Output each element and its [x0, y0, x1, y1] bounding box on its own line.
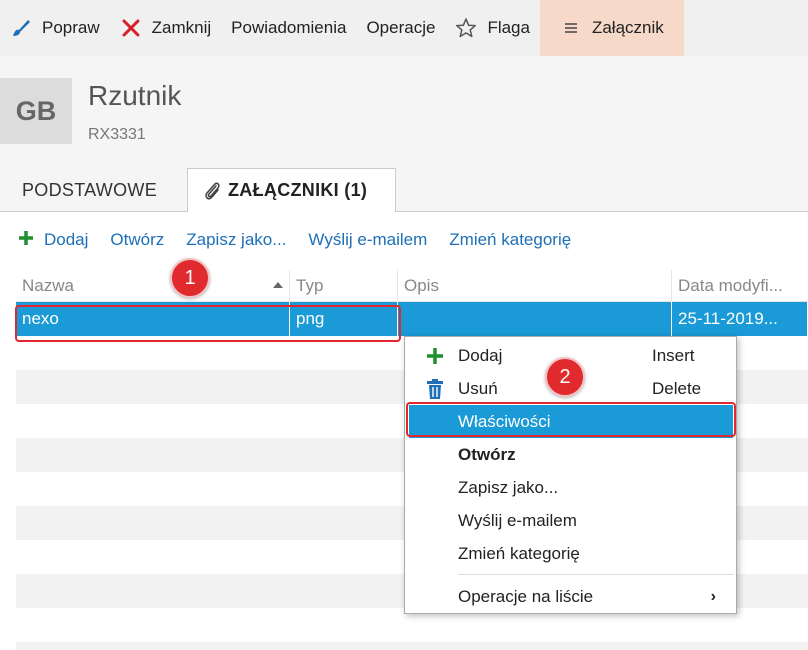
operations-label: Operacje — [366, 18, 436, 37]
tab-podstawowe[interactable]: PODSTAWOWE — [22, 168, 157, 212]
edit-button[interactable]: Popraw — [0, 0, 110, 56]
column-header-typ[interactable]: Typ — [290, 270, 398, 302]
menu-item-zapisz-jako-label: Zapisz jako... — [458, 477, 559, 497]
page-subtitle: RX3331 — [88, 126, 146, 143]
flag-button[interactable]: Flaga — [445, 0, 540, 56]
menu-item-wyslij-email-label: Wyślij e-mailem — [458, 510, 577, 530]
menu-item-wyslij-email[interactable]: Wyślij e-mailem — [405, 504, 736, 537]
trash-icon — [425, 378, 445, 399]
menu-item-dodaj-label: Dodaj — [458, 345, 503, 365]
menu-item-usun-shortcut: Delete — [652, 378, 702, 398]
tab-podstawowe-label: PODSTAWOWE — [22, 179, 157, 200]
menu-item-usun-label: Usuń — [458, 378, 498, 398]
plus-icon — [18, 230, 34, 251]
cell-opis — [398, 302, 672, 336]
column-header-opis[interactable]: Opis — [398, 270, 672, 302]
tab-zalaczniki[interactable]: ZAŁĄCZNIKI (1) — [187, 168, 396, 213]
open-action[interactable]: Otwórz — [110, 230, 164, 250]
send-email-action[interactable]: Wyślij e-mailem — [308, 230, 427, 250]
menu-item-operacje-na-liscie[interactable]: Operacje na liście › — [405, 580, 736, 613]
sort-ascending-icon — [273, 282, 283, 288]
attachment-button[interactable]: Załącznik — [539, 0, 684, 56]
notifications-button[interactable]: Powiadomienia — [221, 0, 356, 56]
record-header: GB Rzutnik RX3331 — [0, 56, 808, 168]
brush-icon — [10, 17, 32, 39]
close-label: Zamknij — [151, 18, 212, 37]
menu-separator — [458, 574, 734, 575]
column-header-nazwa-label: Nazwa — [22, 276, 74, 295]
close-icon — [120, 17, 142, 39]
menu-item-zmien-kategorie[interactable]: Zmień kategorię — [405, 537, 736, 570]
notifications-label: Powiadomienia — [231, 18, 347, 37]
change-category-action[interactable]: Zmień kategorię — [449, 230, 571, 250]
action-bar: Dodaj Otwórz Zapisz jako... Wyślij e-mai… — [0, 212, 808, 268]
annotation-badge-2: 2 — [545, 357, 585, 397]
grid-header: Nazwa Typ Opis Data modyfi... — [16, 270, 808, 302]
add-action-label: Dodaj — [44, 230, 89, 249]
annotation-badge-1: 1 — [170, 258, 210, 298]
column-header-nazwa[interactable]: Nazwa — [16, 270, 290, 302]
attachment-label: Załącznik — [591, 18, 664, 37]
column-header-typ-label: Typ — [296, 276, 324, 295]
toolbar: Popraw Zamknij Powiadomienia Operacje Fl… — [0, 0, 808, 56]
menu-item-otworz-label: Otwórz — [458, 444, 516, 464]
page-title: Rzutnik — [88, 80, 182, 111]
operations-button[interactable]: Operacje — [356, 0, 445, 56]
tab-zalaczniki-label: ZAŁĄCZNIKI (1) — [228, 180, 368, 200]
star-outline-icon — [455, 17, 477, 39]
column-header-data[interactable]: Data modyfi... — [672, 270, 808, 302]
empty-row — [16, 642, 808, 650]
paperclip-icon — [202, 180, 222, 202]
hamburger-icon — [560, 17, 582, 39]
flag-label: Flaga — [487, 18, 530, 37]
edit-label: Popraw — [42, 18, 100, 37]
column-header-data-label: Data modyfi... — [678, 276, 783, 295]
avatar: GB — [0, 78, 72, 144]
menu-item-operacje-na-liscie-label: Operacje na liście — [458, 586, 594, 606]
menu-item-zapisz-jako[interactable]: Zapisz jako... — [405, 471, 736, 504]
add-action[interactable]: Dodaj — [18, 230, 88, 251]
column-header-opis-label: Opis — [404, 276, 439, 295]
chevron-right-icon: › — [710, 587, 716, 605]
close-button[interactable]: Zamknij — [110, 0, 222, 56]
cell-data: 25-11-2019... — [672, 302, 808, 336]
menu-item-highlight-box — [406, 402, 736, 437]
menu-item-dodaj-shortcut: Insert — [652, 345, 695, 365]
plus-icon — [425, 346, 445, 366]
menu-item-otworz[interactable]: Otwórz — [405, 438, 736, 471]
row-highlight-box — [15, 305, 401, 342]
menu-item-zmien-kategorie-label: Zmień kategorię — [458, 543, 580, 563]
save-as-action[interactable]: Zapisz jako... — [186, 230, 286, 250]
tab-bar: PODSTAWOWE ZAŁĄCZNIKI (1) — [0, 168, 808, 213]
